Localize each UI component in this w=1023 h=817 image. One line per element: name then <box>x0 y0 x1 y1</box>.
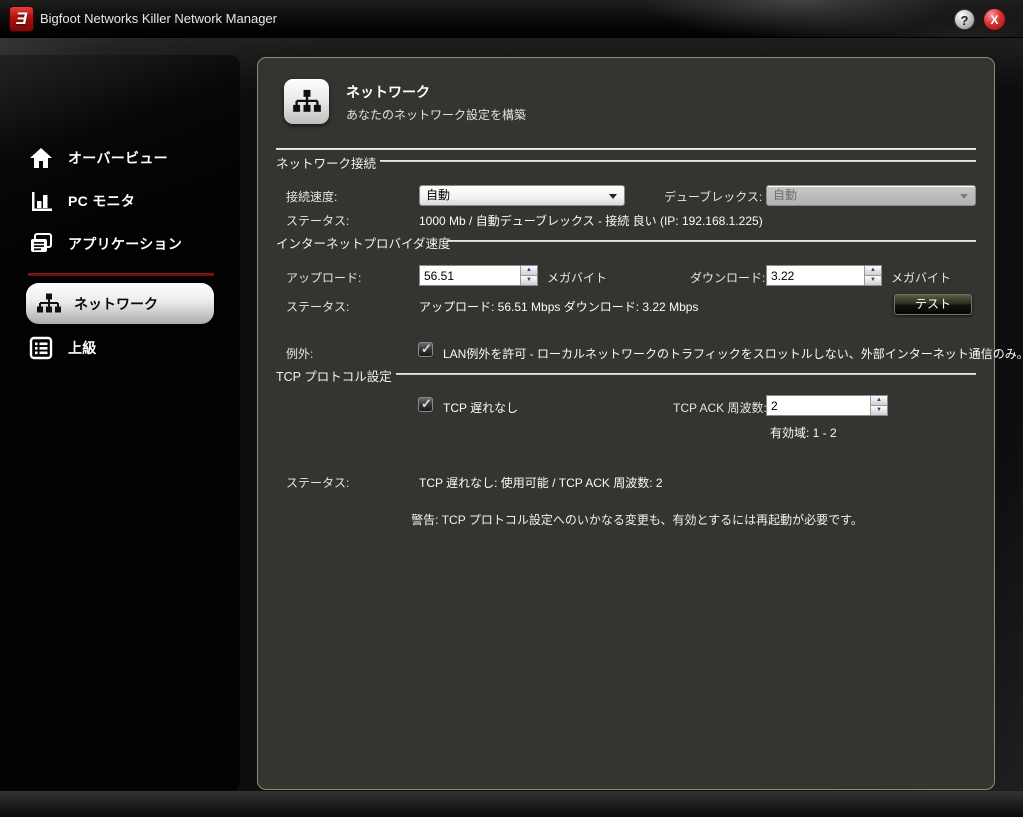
section-divider <box>380 160 976 162</box>
sidebar-item-label: ネットワーク <box>74 294 158 314</box>
network-icon <box>284 79 329 124</box>
download-label: ダウンロード: <box>690 269 765 286</box>
tcp-ack-input[interactable] <box>767 396 870 415</box>
download-unit-label: メガバイト <box>891 269 951 286</box>
header-divider <box>276 148 976 150</box>
tcp-status-label: ステータス: <box>286 474 349 491</box>
tcp-ack-spinner: ▲ ▼ <box>870 396 887 415</box>
sidebar: オーバービュー PC モニタ アプリケーション ネットワーク 上級 <box>0 55 240 792</box>
tcp-status-value: TCP 遅れなし: 使用可能 / TCP ACK 周波数: 2 <box>419 474 663 491</box>
spin-down-icon[interactable]: ▼ <box>865 276 881 285</box>
spin-down-icon[interactable]: ▼ <box>871 406 887 415</box>
sidebar-item-label: 上級 <box>68 338 97 358</box>
sidebar-item-network[interactable]: ネットワーク <box>26 283 214 324</box>
tcp-ack-label: TCP ACK 周波数: <box>673 399 767 416</box>
sidebar-divider <box>28 273 214 276</box>
exception-label: 例外: <box>286 345 313 362</box>
download-spinner: ▲ ▼ <box>864 266 881 285</box>
connection-status-label: ステータス: <box>286 212 349 229</box>
sidebar-item-label: オーバービュー <box>68 148 168 168</box>
upload-input[interactable] <box>420 266 520 285</box>
section-title-isp-speed: インターネットプロバイダ速度 <box>276 233 451 252</box>
isp-status-label: ステータス: <box>286 298 349 315</box>
duplex-value: 自動 <box>773 188 797 202</box>
section-divider <box>448 240 976 242</box>
tcp-restart-warning: 警告: TCP プロトコル設定へのいかなる変更も、有効とするには再起動が必要です… <box>357 511 917 528</box>
tcp-no-delay-checkbox[interactable] <box>418 397 433 412</box>
tcp-ack-spinbox: ▲ ▼ <box>766 395 888 416</box>
connection-speed-value: 自動 <box>426 188 450 202</box>
test-button[interactable]: テスト <box>894 294 972 315</box>
window-title: Bigfoot Networks Killer Network Manager <box>40 0 277 38</box>
titlebar: Ǝ Bigfoot Networks Killer Network Manage… <box>0 0 1023 38</box>
advanced-list-icon <box>28 336 54 360</box>
upload-spinbox: ▲ ▼ <box>419 265 538 286</box>
exception-description: LAN例外を許可 - ローカルネットワークのトラフィックをスロットルしない、外部… <box>443 345 1023 362</box>
download-spinbox: ▲ ▼ <box>766 265 882 286</box>
sidebar-item-applications[interactable]: アプリケーション <box>20 229 220 259</box>
chevron-down-icon <box>609 194 617 199</box>
sidebar-item-label: アプリケーション <box>68 234 182 254</box>
connection-status-value: 1000 Mb / 自動デューブレックス - 接続 良い (IP: 192.16… <box>419 212 763 229</box>
section-title-tcp: TCP プロトコル設定 <box>276 366 392 385</box>
connection-speed-dropdown[interactable]: 自動 <box>419 185 625 206</box>
connection-speed-label: 接続速度: <box>286 188 337 205</box>
sidebar-item-overview[interactable]: オーバービュー <box>20 143 220 173</box>
page-title: ネットワーク <box>346 82 430 102</box>
spin-up-icon[interactable]: ▲ <box>521 266 537 276</box>
upload-spinner: ▲ ▼ <box>520 266 537 285</box>
upload-label: アップロード: <box>286 269 361 286</box>
chevron-down-icon <box>960 194 968 199</box>
sidebar-item-pc-monitor[interactable]: PC モニタ <box>20 186 220 216</box>
applications-icon <box>28 232 54 256</box>
help-button[interactable]: ? <box>954 9 975 30</box>
home-icon <box>28 146 54 170</box>
window-bottom-edge <box>0 791 1023 817</box>
page-subtitle: あなたのネットワーク設定を構築 <box>346 106 526 123</box>
spin-up-icon[interactable]: ▲ <box>871 396 887 406</box>
network-icon <box>36 292 62 316</box>
duplex-dropdown[interactable]: 自動 <box>766 185 976 206</box>
close-button[interactable]: X <box>983 8 1006 31</box>
duplex-label: デューブレックス: <box>664 188 762 205</box>
app-window: Ǝ Bigfoot Networks Killer Network Manage… <box>0 0 1023 817</box>
tcp-no-delay-label: TCP 遅れなし <box>443 399 518 416</box>
section-divider <box>396 373 976 375</box>
isp-status-value: アップロード: 56.51 Mbps ダウンロード: 3.22 Mbps <box>419 298 698 315</box>
spin-up-icon[interactable]: ▲ <box>865 266 881 276</box>
sidebar-item-label: PC モニタ <box>68 191 135 211</box>
lan-exception-checkbox[interactable] <box>418 342 433 357</box>
network-settings-panel: ネットワーク あなたのネットワーク設定を構築 ネットワーク接続 接続速度: 自動… <box>257 57 995 790</box>
download-input[interactable] <box>767 266 864 285</box>
bar-chart-icon <box>28 189 54 213</box>
tcp-ack-range: 有効域: 1 - 2 <box>770 424 837 441</box>
section-title-network-connection: ネットワーク接続 <box>276 153 376 172</box>
app-logo-icon: Ǝ <box>9 6 34 32</box>
spin-down-icon[interactable]: ▼ <box>521 276 537 285</box>
sidebar-item-advanced[interactable]: 上級 <box>20 333 220 363</box>
upload-unit-label: メガバイト <box>547 269 607 286</box>
